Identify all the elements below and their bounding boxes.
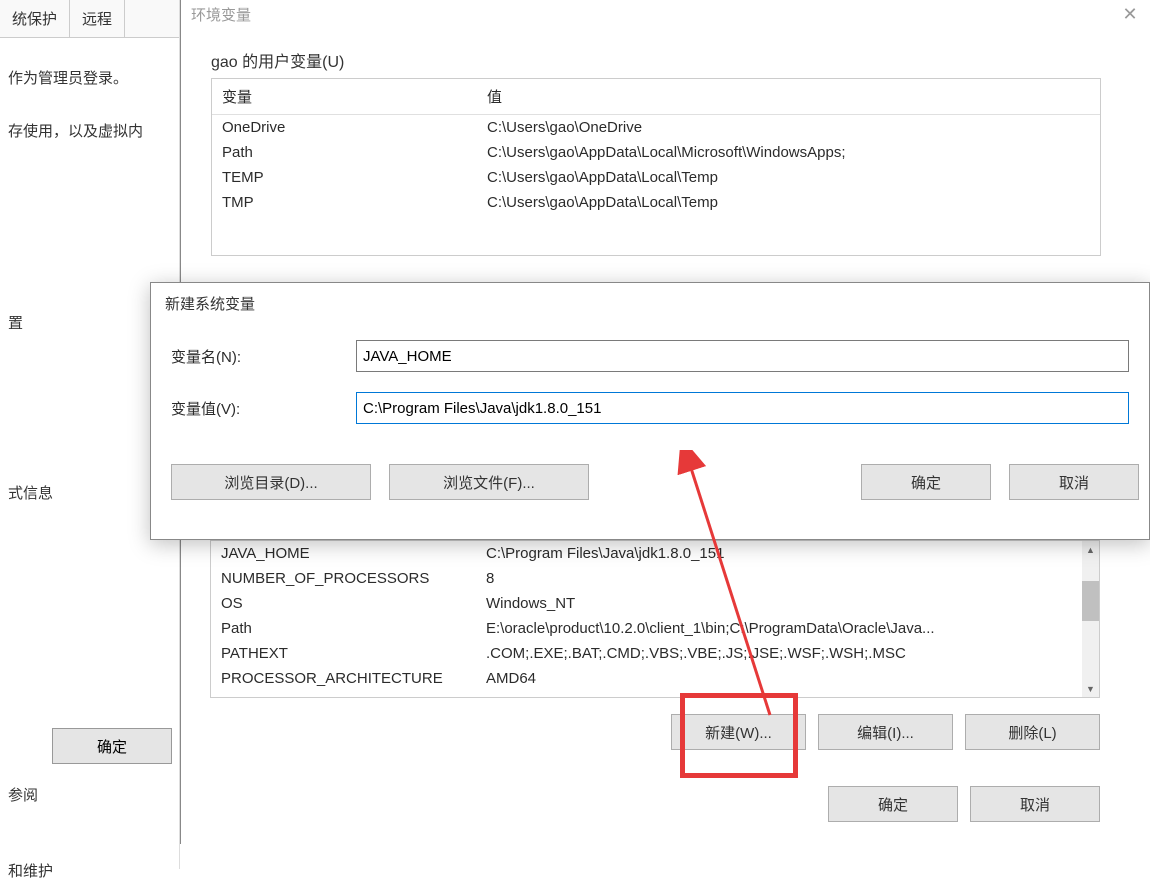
new-var-title: 新建系统变量 — [151, 283, 1149, 330]
scrollbar-thumb[interactable] — [1082, 581, 1099, 621]
env-title: 环境变量 — [191, 4, 251, 25]
mem-text: 存使用，以及虚拟内 — [8, 121, 171, 144]
new-var-ok-button[interactable]: 确定 — [861, 464, 991, 500]
user-table-header: 变量 值 — [212, 79, 1100, 115]
info-text: 式信息 — [8, 482, 53, 503]
bg-content: 作为管理员登录。 存使用，以及虚拟内 — [0, 38, 179, 203]
table-row[interactable]: NUMBER_OF_PROCESSORS 8 — [211, 566, 1084, 591]
close-icon[interactable]: ✕ — [1110, 2, 1150, 26]
browse-file-button[interactable]: 浏览文件(F)... — [389, 464, 589, 500]
user-table-body: OneDrive C:\Users\gao\OneDrive Path C:\U… — [212, 115, 1100, 255]
new-var-button-row: 浏览目录(D)... 浏览文件(F)... 确定 取消 — [151, 454, 1149, 510]
env-ok-button[interactable]: 确定 — [828, 786, 958, 822]
scrollbar[interactable]: ▲ ▼ — [1082, 541, 1099, 697]
env-titlebar: 环境变量 ✕ — [181, 0, 1150, 28]
env-cancel-button[interactable]: 取消 — [970, 786, 1100, 822]
scroll-up-icon[interactable]: ▲ — [1082, 541, 1099, 558]
system-vars-section: JAVA_HOME C:\Program Files\Java\jdk1.8.0… — [210, 540, 1105, 750]
header-variable[interactable]: 变量 — [212, 83, 477, 110]
admin-text: 作为管理员登录。 — [8, 68, 171, 91]
user-vars-table[interactable]: 变量 值 OneDrive C:\Users\gao\OneDrive Path… — [211, 78, 1101, 256]
variable-name-label: 变量名(N): — [171, 346, 356, 367]
system-vars-button-row: 新建(W)... 编辑(I)... 删除(L) — [210, 714, 1100, 750]
variable-value-row: 变量值(V): — [171, 392, 1129, 424]
bg-ok-button[interactable]: 确定 — [52, 728, 172, 764]
bg-tabs: 统保护 远程 — [0, 0, 179, 38]
browse-directory-button[interactable]: 浏览目录(D)... — [171, 464, 371, 500]
table-row[interactable]: PROCESSOR_ARCHITECTURE AMD64 — [211, 666, 1084, 691]
scroll-down-icon[interactable]: ▼ — [1082, 680, 1099, 697]
tab-remote[interactable]: 远程 — [70, 0, 125, 37]
variable-name-row: 变量名(N): — [171, 340, 1129, 372]
table-row[interactable]: Path E:\oracle\product\10.2.0\client_1\b… — [211, 616, 1084, 641]
new-button[interactable]: 新建(W)... — [671, 714, 806, 750]
tab-protection[interactable]: 统保护 — [0, 0, 70, 37]
new-var-cancel-button[interactable]: 取消 — [1009, 464, 1139, 500]
table-row[interactable]: OneDrive C:\Users\gao\OneDrive — [212, 115, 1100, 140]
delete-button[interactable]: 删除(L) — [965, 714, 1100, 750]
env-dialog-footer: 确定 取消 — [210, 786, 1100, 822]
maintain-text: 和维护 — [8, 860, 53, 881]
new-system-variable-dialog: 新建系统变量 变量名(N): 变量值(V): 浏览目录(D)... 浏览文件(F… — [150, 282, 1150, 540]
table-row[interactable]: JAVA_HOME C:\Program Files\Java\jdk1.8.0… — [211, 541, 1084, 566]
see-text: 参阅 — [8, 784, 38, 805]
system-vars-table[interactable]: JAVA_HOME C:\Program Files\Java\jdk1.8.0… — [210, 540, 1100, 698]
table-row[interactable]: TEMP C:\Users\gao\AppData\Local\Temp — [212, 165, 1100, 190]
variable-value-label: 变量值(V): — [171, 398, 356, 419]
header-value[interactable]: 值 — [477, 83, 1100, 110]
variable-value-input[interactable] — [356, 392, 1129, 424]
edit-button[interactable]: 编辑(I)... — [818, 714, 953, 750]
table-row[interactable]: TMP C:\Users\gao\AppData\Local\Temp — [212, 190, 1100, 215]
table-row[interactable]: PATHEXT .COM;.EXE;.BAT;.CMD;.VBS;.VBE;.J… — [211, 641, 1084, 666]
table-row[interactable]: OS Windows_NT — [211, 591, 1084, 616]
user-vars-label: gao 的用户变量(U) — [211, 48, 1120, 72]
table-row[interactable]: Path C:\Users\gao\AppData\Local\Microsof… — [212, 140, 1100, 165]
config-text: 置 — [8, 312, 23, 333]
variable-name-input[interactable] — [356, 340, 1129, 372]
